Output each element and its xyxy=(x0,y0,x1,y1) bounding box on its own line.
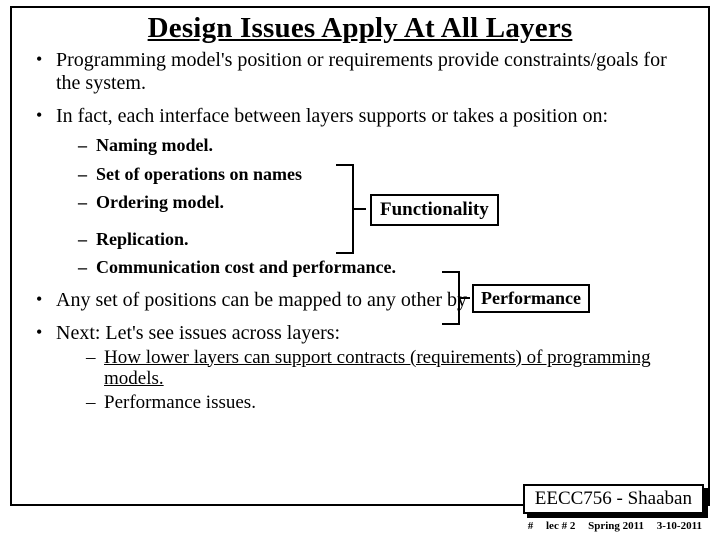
sub-operations: Set of operations on names xyxy=(78,163,690,186)
bracket-functionality-stem xyxy=(354,208,366,210)
footer-term: Spring 2011 xyxy=(588,520,644,532)
slide-frame: Design Issues Apply At All Layers Progra… xyxy=(10,6,710,506)
sub-naming: Naming model. xyxy=(78,134,690,157)
bullet-2-text: In fact, each interface between layers s… xyxy=(56,105,608,127)
slide-title: Design Issues Apply At All Layers xyxy=(30,12,690,45)
bracket-functionality xyxy=(336,164,354,254)
bullet-1: Programming model's position or requirem… xyxy=(36,49,690,95)
footer-badge: EECC756 - Shaaban xyxy=(523,484,704,514)
footer-pageno: # xyxy=(528,520,534,532)
bullet-4: Next: Let's see issues across layers: Ho… xyxy=(36,322,690,415)
bullet-3: Any set of positions can be mapped to an… xyxy=(36,289,690,312)
bullet-list: Programming model's position or requirem… xyxy=(30,49,690,414)
sub-lowerlayers: How lower layers can support contracts (… xyxy=(86,347,690,391)
slide: Design Issues Apply At All Layers Progra… xyxy=(0,0,720,540)
bracket-performance xyxy=(442,271,460,325)
sub-perfissues: Performance issues. xyxy=(86,392,690,414)
label-performance: Performance xyxy=(472,284,590,313)
footer-course: EECC756 - Shaaban xyxy=(523,484,704,514)
footer-line: # lec # 2 Spring 2011 3-10-2011 xyxy=(518,520,702,532)
bracket-performance-stem xyxy=(460,297,470,299)
sub-lowerlayers-text: How lower layers can support contracts (… xyxy=(104,347,651,390)
footer-date: 3-10-2011 xyxy=(657,520,702,532)
sub-commcost: Communication cost and performance. xyxy=(78,256,690,279)
bullet-2: In fact, each interface between layers s… xyxy=(36,105,690,279)
bullet-4-text: Next: Let's see issues across layers: xyxy=(56,322,340,344)
footer-lec: lec # 2 xyxy=(546,520,575,532)
sub-replication: Replication. xyxy=(78,228,690,251)
bullet-4-sublist: How lower layers can support contracts (… xyxy=(56,347,690,415)
label-functionality: Functionality xyxy=(370,194,499,226)
